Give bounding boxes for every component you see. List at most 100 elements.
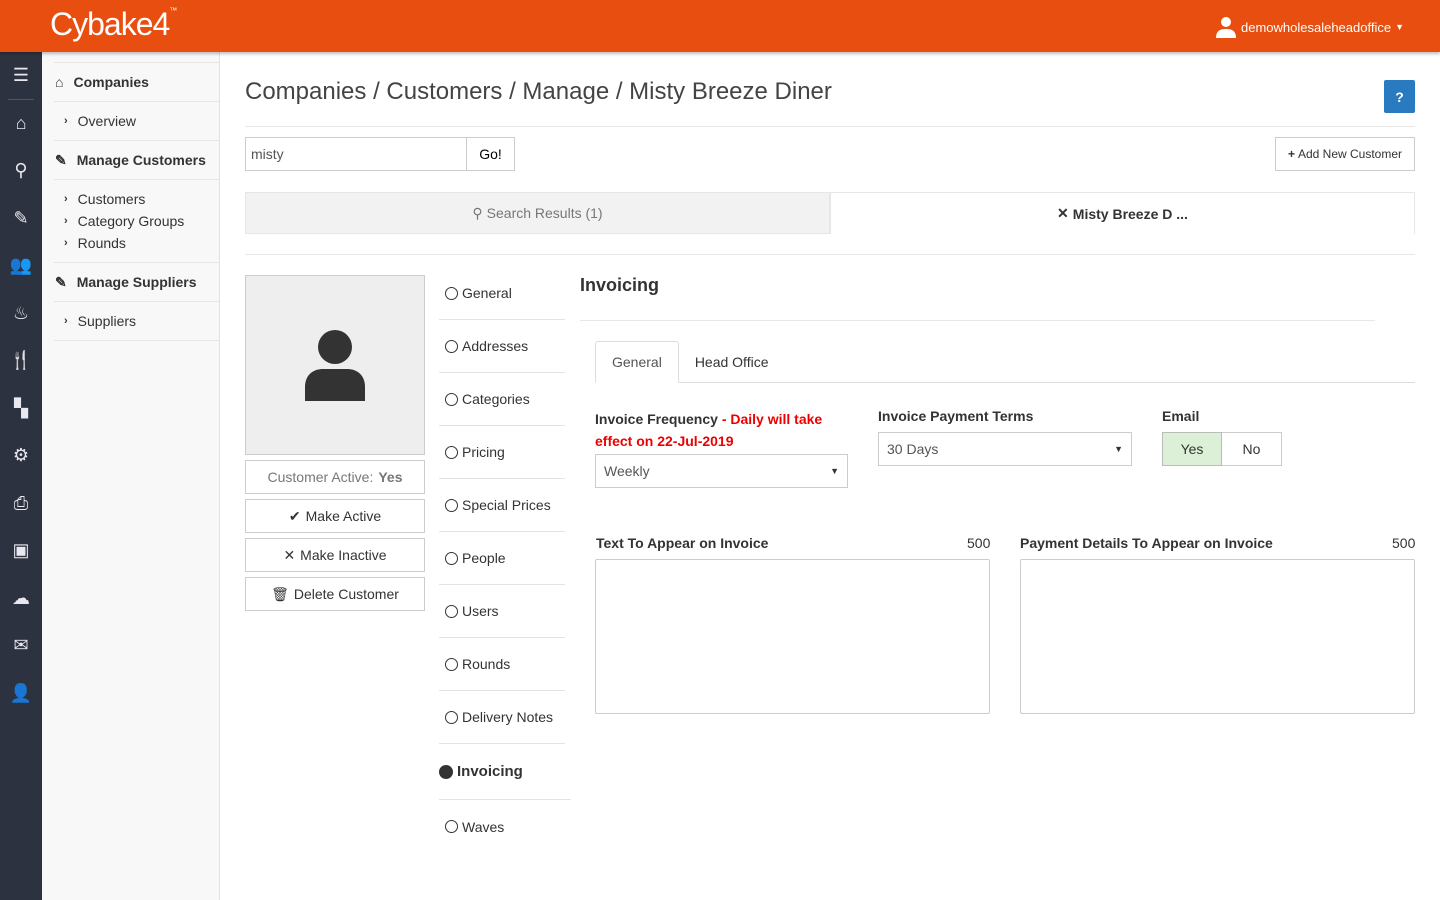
- sidebar-item-rounds[interactable]: › Rounds: [64, 232, 219, 254]
- nav-special-prices[interactable]: Special Prices: [439, 479, 565, 532]
- tab-general[interactable]: General: [595, 341, 679, 383]
- nav-waves[interactable]: Waves: [439, 800, 565, 853]
- caret-down-icon: ▼: [1395, 22, 1404, 32]
- nav-label: General: [462, 285, 512, 301]
- payment-details-label: Payment Details To Appear on Invoice: [1020, 535, 1273, 551]
- invoice-text-counter: 500: [967, 535, 991, 551]
- close-icon[interactable]: ✕: [1057, 205, 1069, 222]
- nav-invoicing[interactable]: Invoicing: [439, 744, 571, 800]
- sidebar-item-category-groups[interactable]: › Category Groups: [64, 210, 219, 232]
- cloud-download-icon[interactable]: ☁: [0, 575, 42, 623]
- sidebar-heading-manage-customers[interactable]: ✎ Manage Customers: [54, 140, 219, 179]
- tab-current-customer[interactable]: ✕ Misty Breeze D ...: [830, 192, 1415, 234]
- user-lock-icon[interactable]: 👤: [0, 670, 42, 718]
- menu-icon[interactable]: ☰: [8, 52, 34, 100]
- sidebar-heading-label: Manage Suppliers: [76, 274, 197, 290]
- nav-label: Special Prices: [462, 497, 551, 513]
- search-icon[interactable]: ⚲: [0, 147, 42, 195]
- radio-filled-icon: [439, 764, 453, 779]
- edit-icon[interactable]: ✎: [0, 195, 42, 243]
- sidebar-item-overview[interactable]: › Overview: [64, 110, 219, 132]
- cogs-icon[interactable]: ⚙: [0, 432, 42, 480]
- sidebar-item-label: Overview: [77, 113, 137, 129]
- email-no-button[interactable]: No: [1222, 432, 1282, 466]
- nav-label: People: [462, 550, 506, 566]
- radio-icon: [445, 498, 458, 512]
- sidebar-item-customers[interactable]: › Customers: [64, 188, 219, 210]
- tab-head-office[interactable]: Head Office: [679, 341, 785, 382]
- edit-icon: ✎: [55, 151, 67, 168]
- payment-details-counter: 500: [1392, 535, 1416, 551]
- help-button[interactable]: ?: [1384, 80, 1415, 113]
- add-new-customer-label: Add New Customer: [1297, 147, 1403, 161]
- home-icon[interactable]: ⌂: [0, 100, 42, 148]
- sidebar-item-suppliers[interactable]: › Suppliers: [64, 310, 219, 332]
- sidebar-heading-companies[interactable]: ⌂ Companies: [54, 62, 219, 101]
- divider: [245, 254, 1415, 255]
- payment-details-textarea[interactable]: [1020, 559, 1415, 714]
- user-menu[interactable]: demowholesaleheadoffice ▼: [1215, 16, 1404, 38]
- caret-down-icon: ▼: [830, 466, 839, 476]
- nav-label: Users: [462, 603, 499, 619]
- make-active-button[interactable]: ✔ Make Active: [245, 499, 425, 533]
- result-tabs: ⚲ Search Results (1) ✕ Misty Breeze D ...: [245, 192, 1415, 234]
- make-inactive-button[interactable]: ✕ Make Inactive: [245, 538, 425, 572]
- label-text: Invoice Frequency: [595, 411, 718, 427]
- print-icon[interactable]: ⎙: [0, 480, 42, 528]
- sidebar-item-label: Category Groups: [77, 213, 185, 229]
- radio-icon: [445, 551, 458, 565]
- email-label: Email: [1162, 408, 1200, 424]
- invoice-text-textarea[interactable]: [595, 559, 990, 714]
- nav-pricing[interactable]: Pricing: [439, 426, 565, 479]
- user-icon: [305, 330, 365, 401]
- close-icon: ✕: [283, 546, 296, 563]
- button-label: Make Active: [305, 508, 382, 524]
- nav-people[interactable]: People: [439, 532, 565, 585]
- go-button[interactable]: Go!: [467, 137, 515, 171]
- breadcrumb: Companies / Customers / Manage / Misty B…: [245, 78, 832, 105]
- nav-delivery-notes[interactable]: Delivery Notes: [439, 691, 565, 744]
- radio-icon: [445, 604, 458, 618]
- chevron-right-icon: ›: [64, 115, 68, 127]
- delete-customer-button[interactable]: 🗑 Delete Customer: [245, 577, 425, 611]
- button-label: Make Inactive: [300, 547, 387, 563]
- logo[interactable]: Cybake4™: [50, 6, 177, 43]
- sidebar-heading-manage-suppliers[interactable]: ✎ Manage Suppliers: [54, 262, 219, 301]
- users-icon[interactable]: 👥: [0, 242, 42, 290]
- email-yes-button[interactable]: Yes: [1162, 432, 1222, 466]
- select-value: 30 Days: [887, 441, 939, 457]
- nav-general[interactable]: General: [439, 267, 565, 320]
- payment-terms-label: Invoice Payment Terms: [878, 408, 1034, 424]
- invoice-frequency-select[interactable]: Weekly ▼: [595, 454, 848, 488]
- customer-active-status: Customer Active: Yes: [245, 460, 425, 494]
- nav-users[interactable]: Users: [439, 585, 565, 638]
- envelope-icon[interactable]: ✉: [0, 622, 42, 670]
- nav-label: Categories: [462, 391, 530, 407]
- invoice-frequency-label: Invoice Frequency - Daily will take effe…: [595, 408, 835, 452]
- chevron-right-icon: ›: [64, 315, 68, 327]
- sitemap-icon[interactable]: ▚: [0, 385, 42, 433]
- sidebar-item-label: Rounds: [77, 235, 126, 251]
- plus-icon: +: [1287, 147, 1295, 161]
- select-value: Weekly: [604, 463, 650, 479]
- nav-rounds[interactable]: Rounds: [439, 638, 565, 691]
- payment-terms-select[interactable]: 30 Days ▼: [878, 432, 1132, 466]
- icon-rail: ☰ ⌂ ⚲ ✎ 👥 ♨ 🍴 ▚ ⚙ ⎙ ▣ ☁ ✉ 👤: [0, 52, 42, 900]
- sidebar-heading-label: Manage Customers: [76, 152, 206, 168]
- nav-label: Waves: [462, 818, 505, 835]
- sidebar-item-label: Customers: [77, 191, 146, 207]
- tab-search-results[interactable]: ⚲ Search Results (1): [245, 192, 830, 234]
- caret-down-icon: ▼: [1114, 444, 1123, 454]
- cake-icon[interactable]: ♨: [0, 290, 42, 338]
- search-input[interactable]: [245, 137, 467, 171]
- nav-addresses[interactable]: Addresses: [439, 320, 565, 373]
- money-icon[interactable]: ▣: [0, 527, 42, 575]
- add-new-customer-button[interactable]: + Add New Customer: [1275, 137, 1415, 171]
- divider: [580, 320, 1375, 321]
- tab-label: Misty Breeze D ...: [1072, 205, 1188, 222]
- nav-categories[interactable]: Categories: [439, 373, 565, 426]
- utensils-icon[interactable]: 🍴: [0, 337, 42, 385]
- radio-icon: [445, 286, 458, 300]
- username: demowholesaleheadoffice: [1240, 19, 1392, 35]
- radio-icon: [445, 820, 458, 833]
